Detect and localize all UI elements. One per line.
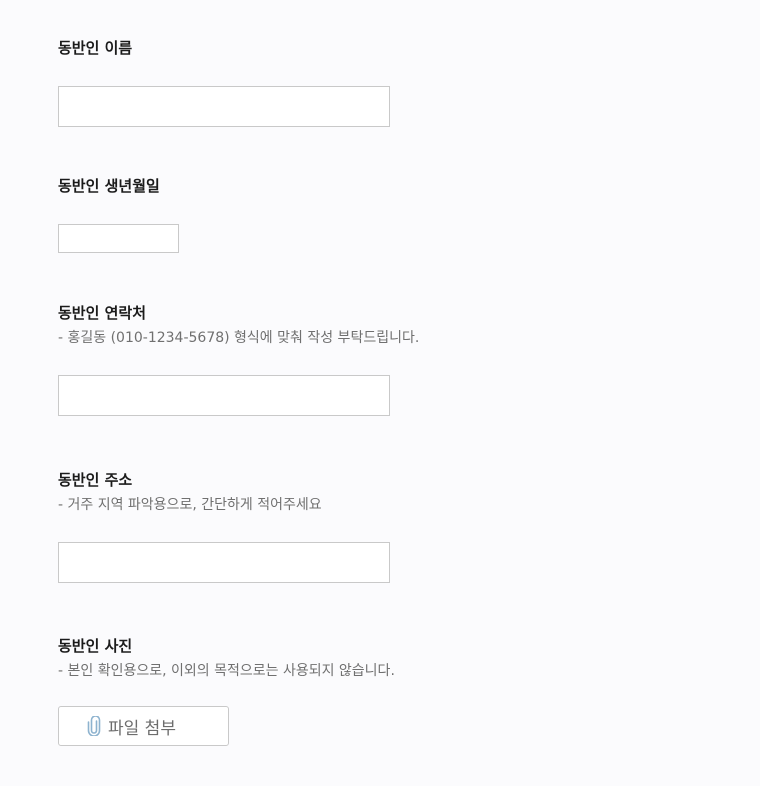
companion-birthdate-label: 동반인 생년월일 [58,177,160,195]
companion-phone-help: - 홍길동 (010-1234-5678) 형식에 맞춰 작성 부탁드립니다. [58,330,420,346]
companion-phone-label: 동반인 연락처 [58,304,147,322]
companion-address-input[interactable] [58,542,390,583]
companion-photo-label: 동반인 사진 [58,637,133,655]
companion-photo-help: - 본인 확인용으로, 이외의 목적으로는 사용되지 않습니다. [58,663,395,679]
companion-photo-field: 동반인 사진 - 본인 확인용으로, 이외의 목적으로는 사용되지 않습니다. … [58,636,395,746]
companion-address-help: - 거주 지역 파악용으로, 간단하게 적어주세요 [58,497,322,513]
companion-birthdate-field: 동반인 생년월일 [58,176,179,253]
companion-address-label: 동반인 주소 [58,471,133,489]
file-attach-label: 파일 첨부 [108,718,176,739]
paperclip-icon [86,716,102,736]
companion-birthdate-input[interactable] [58,224,179,253]
companion-phone-input[interactable] [58,375,390,416]
companion-name-label: 동반인 이름 [58,39,133,57]
companion-address-field: 동반인 주소 - 거주 지역 파악용으로, 간단하게 적어주세요 [58,470,390,583]
file-attach-button[interactable]: 파일 첨부 [58,706,229,746]
companion-name-field: 동반인 이름 [58,38,390,127]
companion-phone-field: 동반인 연락처 - 홍길동 (010-1234-5678) 형식에 맞춰 작성 … [58,303,419,416]
companion-name-input[interactable] [58,86,390,127]
